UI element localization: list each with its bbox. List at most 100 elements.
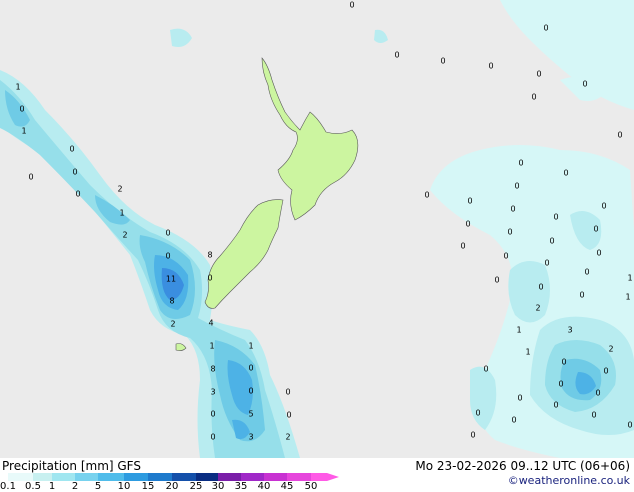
- precip-value: 1: [209, 342, 214, 351]
- precip-value: 0: [470, 431, 475, 440]
- colorbar-tick: 20: [165, 481, 179, 492]
- precip-value: 0: [563, 169, 568, 178]
- map-footer: Precipitation [mm] GFS Mo 23-02-2026 09.…: [0, 458, 634, 492]
- precip-value: 0: [507, 228, 512, 237]
- precip-value: 0: [467, 197, 472, 206]
- precip-value: 0: [460, 242, 465, 251]
- precip-value: 3: [248, 433, 253, 442]
- precip-value: 0: [440, 57, 445, 66]
- precip-value: 0: [488, 62, 493, 71]
- colorbar-segment: [52, 473, 75, 481]
- precip-value: 0: [514, 182, 519, 191]
- precip-value: 1: [625, 293, 630, 302]
- colorbar-tick: 1: [48, 481, 56, 492]
- precip-value: 3: [210, 388, 215, 397]
- precip-value: 2: [170, 320, 175, 329]
- precip-value: 1: [248, 342, 253, 351]
- precip-value: 1: [525, 348, 530, 357]
- colorbar-segment: [311, 473, 327, 481]
- colorbar-tick: 2: [71, 481, 79, 492]
- precip-value: 0: [424, 191, 429, 200]
- precip-value: 0: [165, 252, 170, 261]
- precip-value: 0: [75, 190, 80, 199]
- precip-value: 3: [567, 326, 572, 335]
- precip-value: 0: [248, 387, 253, 396]
- colorbar-tick: 40: [257, 481, 271, 492]
- colorbar-segment: [98, 473, 124, 481]
- colorbar-tick: 25: [189, 481, 203, 492]
- precip-value: 1: [21, 127, 26, 136]
- colorbar-tick: 15: [141, 481, 155, 492]
- precip-value: 0: [584, 268, 589, 277]
- colorbar-tick: 45: [280, 481, 294, 492]
- precip-value: 0: [503, 252, 508, 261]
- precip-value: 0: [248, 364, 253, 373]
- precip-value: 0: [536, 70, 541, 79]
- colorbar-tick: 0.5: [25, 481, 41, 492]
- precip-value: 0: [72, 168, 77, 177]
- colorbar-tick: 35: [234, 481, 248, 492]
- colorbar-tick: 50: [304, 481, 318, 492]
- colorbar-segment: [148, 473, 172, 481]
- precip-value: 0: [285, 388, 290, 397]
- precip-value: 0: [518, 159, 523, 168]
- precip-value: 0: [69, 145, 74, 154]
- precip-value: 1: [516, 326, 521, 335]
- colorbar-tick: 0.1: [0, 481, 16, 492]
- precip-value: 0: [286, 411, 291, 420]
- precip-value: 0: [595, 389, 600, 398]
- precip-value: 0: [475, 409, 480, 418]
- precip-value: 0: [561, 358, 566, 367]
- precip-value: 0: [494, 276, 499, 285]
- colorbar-segment: [264, 473, 287, 481]
- precip-value: 0: [517, 394, 522, 403]
- precip-value: 0: [553, 213, 558, 222]
- precip-value: 0: [603, 367, 608, 376]
- precip-value: 5: [248, 410, 253, 419]
- precip-value: 2: [285, 433, 290, 442]
- map-title: Precipitation [mm] GFS: [2, 459, 141, 473]
- precip-value: 0: [558, 380, 563, 389]
- precip-value: 0: [349, 1, 354, 10]
- colorbar-tick: 5: [94, 481, 102, 492]
- precip-value: 0: [553, 401, 558, 410]
- precip-value: 0: [538, 283, 543, 292]
- precip-value: 0: [544, 259, 549, 268]
- colorbar-segment: [33, 473, 52, 481]
- precip-value: 0: [210, 410, 215, 419]
- precip-value: 1: [119, 209, 124, 218]
- precip-value: 2: [122, 231, 127, 240]
- precipitation-map: 0 1 0 1 0 0 0 2 0 1 2 0 0 1 1 8 8 0 2 4 1 1 8 0 3 0 5 0 0 3 2 0 0 0 0 0 0 0 0 0…: [0, 0, 634, 458]
- precip-value: 1: [627, 274, 632, 283]
- precip-value: 0: [627, 421, 632, 430]
- map-canvas: 0 1 0 1 0 0 0 2 0 1 2 0 0 1 1 8 8 0 2 4 1 1 8 0 3 0 5 0 0 3 2 0 0 0 0 0 0 0 0 0…: [0, 0, 634, 458]
- precip-value: 8: [169, 297, 174, 306]
- precip-value: 0: [531, 93, 536, 102]
- precip-value: 0: [579, 291, 584, 300]
- precip-value: 8: [207, 251, 212, 260]
- precip-value: 0: [28, 173, 33, 182]
- colorbar-segment: [218, 473, 241, 481]
- precip-value: 0: [596, 249, 601, 258]
- colorbar-segment: [124, 473, 148, 481]
- colorbar-arrow: [327, 473, 339, 481]
- precip-value: 0: [543, 24, 548, 33]
- precip-value: 4: [208, 319, 213, 328]
- precip-value: 8: [210, 365, 215, 374]
- precip-value: 0: [601, 202, 606, 211]
- precip-value: 0: [511, 416, 516, 425]
- precip-value: 0: [582, 80, 587, 89]
- colorbar-segment: [8, 473, 33, 481]
- precip-value: 2: [535, 304, 540, 313]
- colorbar-segment: [172, 473, 196, 481]
- colorbar-tick: 30: [211, 481, 225, 492]
- precip-value: 0: [210, 433, 215, 442]
- precip-value: 0: [207, 274, 212, 283]
- colorbar-segment: [241, 473, 264, 481]
- colorbar-segment: [196, 473, 218, 481]
- colorbar-segment: [287, 473, 311, 481]
- precip-value: 2: [608, 345, 613, 354]
- colorbar-segment: [75, 473, 98, 481]
- precip-value: 0: [510, 205, 515, 214]
- credit-link[interactable]: ©weatheronline.co.uk: [508, 474, 630, 487]
